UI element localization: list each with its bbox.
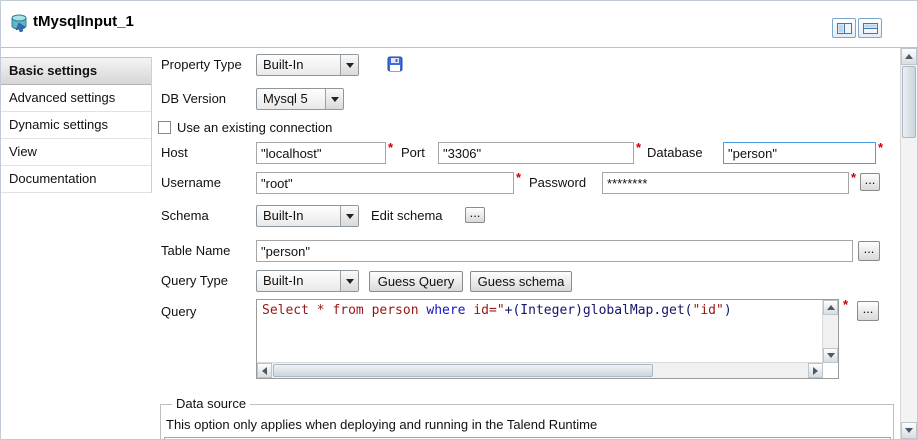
scroll-down-icon[interactable] [823, 348, 838, 363]
edit-schema-button[interactable]: ... [465, 207, 485, 223]
vertical-scroll-thumb[interactable] [902, 66, 916, 138]
horizontal-scroll-thumb[interactable] [273, 364, 653, 377]
chevron-down-icon [325, 89, 343, 109]
username-input[interactable] [256, 172, 514, 194]
sidebar-item-dynamic-settings[interactable]: Dynamic settings [1, 112, 151, 139]
use-existing-connection-label: Use an existing connection [177, 117, 332, 139]
query-horizontal-scrollbar[interactable] [257, 362, 823, 378]
tmysqlinput-component-icon [9, 14, 29, 32]
password-input[interactable] [602, 172, 849, 194]
query-code: Select * from person where id="+(Integer… [262, 303, 820, 318]
password-label: Password [529, 172, 586, 194]
component-title: tMysqlInput_1 [33, 13, 134, 30]
query-editor[interactable]: Select * from person where id="+(Integer… [256, 299, 839, 379]
required-mark: * [636, 140, 641, 155]
query-type-label: Query Type [161, 270, 228, 292]
header: tMysqlInput_1 [1, 1, 917, 48]
schema-label: Schema [161, 205, 209, 227]
required-mark: * [878, 140, 883, 155]
scroll-up-icon[interactable] [823, 300, 838, 315]
chevron-down-icon [340, 206, 358, 226]
password-more-button[interactable]: ... [860, 173, 880, 191]
query-vertical-scrollbar[interactable] [822, 300, 838, 363]
scroll-right-icon[interactable] [808, 363, 823, 378]
host-label: Host [161, 142, 188, 164]
guess-schema-button[interactable]: Guess schema [470, 271, 572, 292]
required-mark: * [388, 140, 393, 155]
property-type-select[interactable]: Built-In [256, 54, 359, 76]
schema-select[interactable]: Built-In [256, 205, 359, 227]
query-type-select[interactable]: Built-In [256, 270, 359, 292]
scroll-left-icon[interactable] [257, 363, 272, 378]
chevron-down-icon [340, 271, 358, 291]
db-version-select[interactable]: Mysql 5 [256, 88, 344, 110]
chevron-down-icon [340, 55, 358, 75]
table-name-label: Table Name [161, 240, 230, 262]
query-more-button[interactable]: ... [857, 301, 879, 321]
layout-columns-button[interactable] [832, 18, 856, 38]
database-label: Database [647, 142, 703, 164]
scroll-down-icon[interactable] [901, 422, 917, 439]
settings-nav: Basic settings Advanced settings Dynamic… [1, 57, 152, 193]
data-source-legend: Data source [172, 396, 250, 411]
required-mark: * [851, 170, 856, 185]
schema-value: Built-In [263, 206, 303, 226]
sidebar-item-advanced-settings[interactable]: Advanced settings [1, 85, 151, 112]
username-label: Username [161, 172, 221, 194]
guess-query-button[interactable]: Guess Query [369, 271, 463, 292]
save-to-repository-icon[interactable] [387, 56, 403, 75]
edit-schema-label: Edit schema [371, 205, 443, 227]
query-label: Query [161, 301, 196, 323]
use-existing-connection-checkbox[interactable] [158, 121, 171, 134]
query-type-value: Built-In [263, 271, 303, 291]
sidebar-item-basic-settings[interactable]: Basic settings [1, 57, 151, 85]
property-type-value: Built-In [263, 55, 303, 75]
layout-rows-button[interactable] [858, 18, 882, 38]
property-type-label: Property Type [161, 54, 242, 76]
scroll-up-icon[interactable] [901, 48, 917, 65]
panel-scrollbar[interactable] [900, 48, 917, 439]
table-name-more-button[interactable]: ... [858, 241, 880, 261]
component-settings-window: tMysqlInput_1 Basic settings Advanced se… [0, 0, 918, 440]
required-mark: * [843, 297, 848, 312]
sidebar-item-documentation[interactable]: Documentation [1, 166, 151, 193]
database-input[interactable] [723, 142, 876, 164]
host-input[interactable] [256, 142, 386, 164]
port-input[interactable] [438, 142, 634, 164]
data-source-note: This option only applies when deploying … [166, 417, 597, 432]
sidebar-item-view[interactable]: View [1, 139, 151, 166]
table-name-input[interactable] [256, 240, 853, 262]
port-label: Port [401, 142, 425, 164]
db-version-value: Mysql 5 [263, 89, 308, 109]
db-version-label: DB Version [161, 88, 226, 110]
required-mark: * [516, 170, 521, 185]
